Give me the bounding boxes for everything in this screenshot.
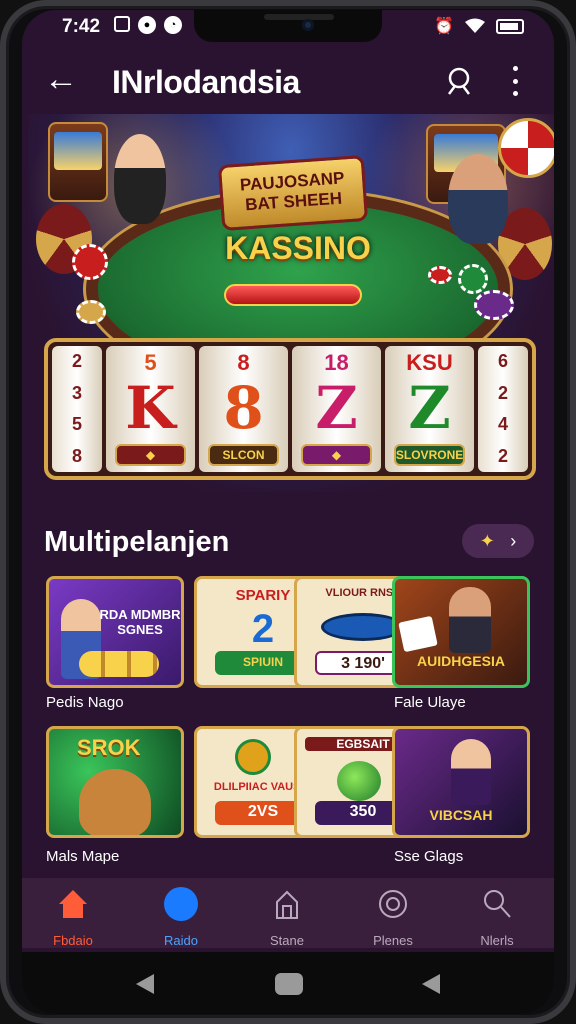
game-card[interactable]: VIBCSAH	[392, 726, 530, 838]
see-more-pill[interactable]: ✦ ›	[462, 524, 534, 558]
circle-icon	[164, 887, 198, 921]
bottom-nav: Fbdaio Raido Stane Plenes Nlerls	[22, 878, 554, 948]
page-title: INrlodandsia	[112, 64, 300, 100]
poker-chip-icon	[474, 290, 514, 320]
chat-icon: ◔	[164, 16, 182, 34]
target-icon	[379, 890, 407, 918]
phone-frame: 7:42 ● ◔ ⏰ ← INrlodandsia PAUJOSANP BAT …	[0, 0, 576, 1024]
game-character	[449, 587, 491, 653]
coin-icon	[79, 651, 159, 677]
recents-triangle-icon[interactable]	[420, 972, 442, 996]
game-card[interactable]: AUIDHGESIA	[392, 576, 530, 688]
reel-1: 5 K ◆	[106, 346, 195, 472]
game-card-label: Sse Glags	[394, 848, 464, 865]
chevron-right-icon: ›	[510, 530, 517, 551]
nav-item-home[interactable]: Fbdaio	[28, 886, 118, 948]
game-card[interactable]: RDA MDMBR SGNES	[46, 576, 184, 688]
battery-icon	[496, 18, 524, 34]
camera-notch	[194, 10, 382, 42]
system-nav-bar	[22, 952, 554, 1014]
cards-icon	[398, 615, 438, 653]
promo-banner-sign: PAUJOSANP BAT SHEEH	[217, 154, 369, 232]
red-button-bar	[224, 284, 362, 306]
wifi-icon	[465, 18, 485, 33]
game-card-label: Mals Mape	[46, 848, 120, 865]
nav-item-plenes[interactable]: Plenes	[348, 886, 438, 948]
star-burst-icon: ✦	[479, 530, 495, 551]
search-icon	[484, 890, 511, 918]
reel-2: 8 8 SLCON	[199, 346, 288, 472]
arrow-left-icon[interactable]: ←	[44, 62, 78, 96]
alarm-icon: ⏰	[434, 18, 454, 35]
hero-headline: KASSINO	[225, 230, 371, 266]
slot-machine-left	[48, 122, 108, 202]
grid-icon	[114, 16, 130, 32]
character-icon	[235, 739, 271, 775]
reel-label: SLOVRONE	[393, 444, 466, 466]
slot-reels[interactable]: 2358 5 K ◆ 8 8 SLCON 18 Z ◆ KSU Z SLOVRO…	[44, 338, 536, 480]
screen: 7:42 ● ◔ ⏰ ← INrlodandsia PAUJOSANP BAT …	[22, 10, 554, 1014]
search-icon[interactable]	[446, 66, 476, 96]
home-square-icon[interactable]	[274, 972, 304, 996]
nav-item-radio[interactable]: Raido	[136, 886, 226, 948]
beaver-character	[79, 769, 151, 835]
app-bar: ← INrlodandsia	[22, 50, 554, 114]
reel-edge-left: 2358	[52, 346, 102, 472]
dealer-man	[448, 154, 508, 244]
signal-app-icon: ●	[138, 16, 156, 34]
poker-chip-icon	[428, 266, 452, 284]
reel-3: 18 Z ◆	[292, 346, 381, 472]
status-time: 7:42	[62, 16, 101, 37]
nav-item-search[interactable]: Nlerls	[452, 886, 542, 948]
reel-4: KSU Z SLOVRONE	[385, 346, 474, 472]
back-triangle-icon[interactable]	[134, 972, 156, 996]
game-character	[451, 739, 491, 805]
poker-chip-icon	[458, 264, 488, 294]
game-card[interactable]: SROK	[46, 726, 184, 838]
roulette-wheel-icon	[498, 118, 554, 178]
game-card-label: Pedis Nago	[46, 694, 124, 711]
section-title: Multipelanjen	[44, 526, 230, 558]
more-vertical-icon[interactable]	[510, 66, 520, 96]
game-card-label: Fale Ulaye	[394, 694, 466, 711]
gem-icon	[337, 761, 381, 801]
poker-chip-icon	[76, 300, 106, 324]
store-icon	[276, 890, 298, 919]
home-icon	[59, 890, 87, 918]
nav-item-store[interactable]: Stane	[242, 886, 332, 948]
dealer-woman	[114, 134, 166, 224]
poker-chip-icon	[72, 244, 108, 280]
reel-label: SLCON	[207, 444, 280, 466]
reel-edge-right: 6242	[478, 346, 528, 472]
